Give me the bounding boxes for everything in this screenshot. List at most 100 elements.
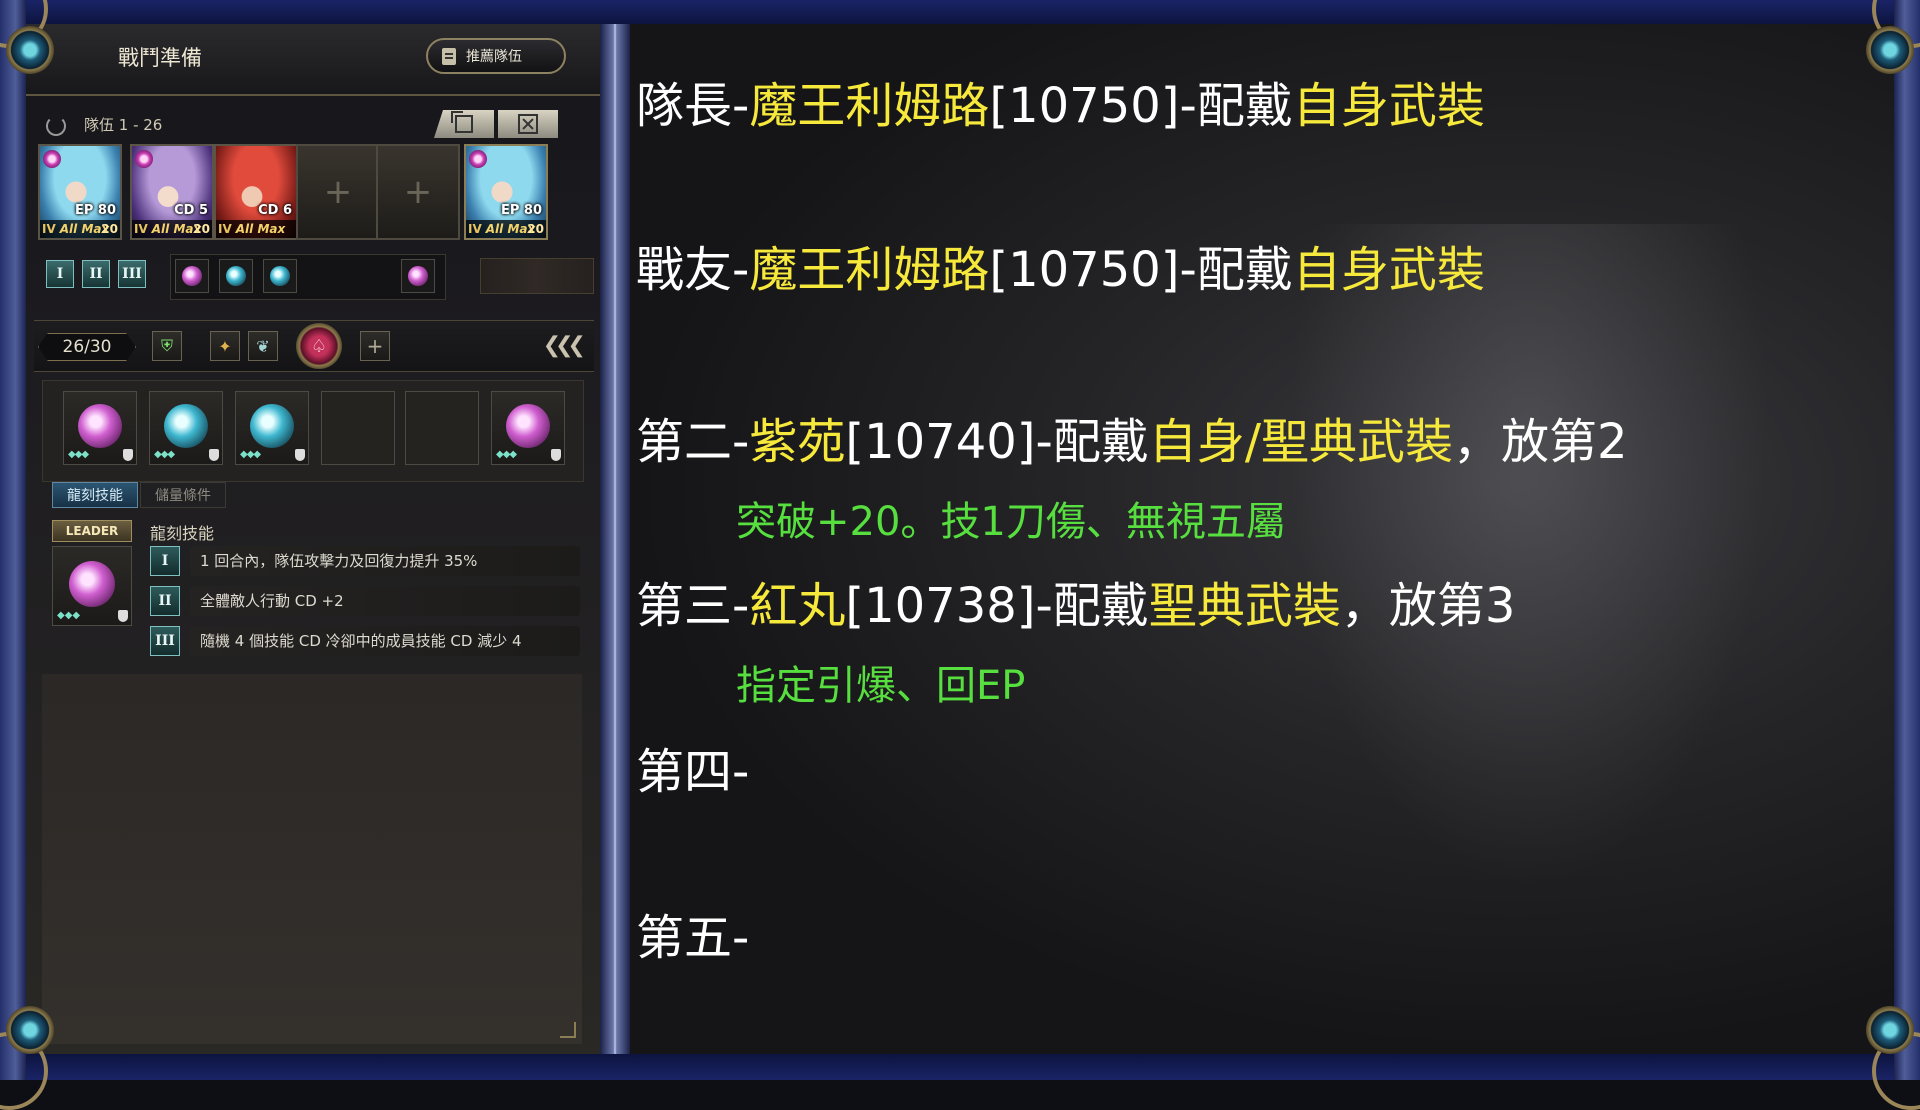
- frame-right: [1894, 0, 1920, 1080]
- note-text: ，放第2: [1453, 414, 1628, 470]
- tag-icon: [209, 449, 219, 461]
- note-highlight: 魔王利姆路: [749, 242, 990, 298]
- game-header: 戰鬥準備 推薦隊伍: [26, 24, 600, 96]
- gem-icon: [408, 266, 428, 286]
- tag-icon: [118, 610, 128, 622]
- note-third: 第三-紅丸[10738]-配戴聖典武裝，放第3: [636, 582, 1515, 630]
- gem-slot[interactable]: [175, 259, 209, 293]
- tag-icon: [295, 449, 305, 461]
- gem-icon: [182, 266, 202, 286]
- emblem-icon[interactable]: ♤: [296, 323, 342, 369]
- empty-member-slot[interactable]: +: [296, 144, 380, 240]
- copy-team-button[interactable]: [434, 110, 494, 138]
- tab-charge-condition[interactable]: 儲量條件: [140, 482, 226, 508]
- frame-left: [0, 0, 26, 1080]
- star-icon: [43, 150, 61, 168]
- note-text: [10750]-配戴: [989, 78, 1293, 134]
- pips-icon: ◆◆◆: [496, 449, 517, 460]
- member-status: IV All Max 20: [466, 220, 546, 238]
- tier-button-2[interactable]: II: [82, 260, 110, 288]
- leader-badge: LEADER: [52, 520, 132, 542]
- gem-icon: [69, 561, 115, 607]
- pips-icon: ◆◆◆: [154, 449, 175, 460]
- rank-label: IV: [218, 222, 232, 236]
- equipment-slot[interactable]: ◆◆◆: [63, 391, 137, 465]
- tab-dragon-skill[interactable]: 龍刻技能: [52, 482, 138, 508]
- note-text: 第二-: [636, 414, 750, 470]
- cd-value: EP 80: [74, 203, 116, 218]
- add-button[interactable]: +: [360, 331, 390, 361]
- gem-slot[interactable]: [219, 259, 253, 293]
- rank-label: IV: [134, 222, 148, 236]
- frame-bottom: [0, 1051, 1920, 1080]
- skill-number: II: [150, 586, 180, 616]
- tag-icon: [123, 449, 133, 461]
- level-label: 20: [101, 222, 118, 236]
- equipment-slot[interactable]: ◆◆◆: [149, 391, 223, 465]
- team-toolbar: 26/30 ⛨ ✦ ❦ ♤ + ❮❮❮: [34, 320, 594, 372]
- skill-text: 隨機 4 個技能 CD 冷卻中的成員技能 CD 減少 4: [190, 626, 580, 656]
- member-card[interactable]: EP 80 IV All Max 20: [38, 144, 122, 240]
- refresh-icon[interactable]: [46, 116, 66, 136]
- team-members: EP 80 IV All Max 20 CD 5 IV All Max 20 CD 6 IV All…: [38, 144, 588, 244]
- member-status: IV All Max 20: [40, 220, 120, 238]
- tag-icon: [551, 449, 561, 461]
- gem-slot[interactable]: [401, 259, 435, 293]
- tier-button-1[interactable]: I: [46, 260, 74, 288]
- notes-panel: 隊長-魔王利姆路[10750]-配戴自身武裝 戰友-魔王利姆路[10750]-配…: [630, 24, 1894, 1054]
- gem-icon: [250, 404, 294, 448]
- note-highlight: 魔王利姆路: [749, 78, 990, 134]
- note-highlight: 紅丸: [749, 578, 846, 634]
- game-screen: 戰鬥準備 推薦隊伍 隊伍 1 - 26 EP 80 IV All Max 20 CD 5…: [26, 24, 600, 1054]
- lower-panel: [42, 674, 582, 1044]
- gem-icon: [506, 404, 550, 448]
- skill-text: 1 回合內，隊伍攻擊力及回復力提升 35%: [190, 546, 580, 576]
- note-fifth: 第五-: [636, 914, 749, 962]
- member-status: IV All Max: [216, 220, 296, 238]
- note-text: [10740]-配戴: [845, 414, 1149, 470]
- leader-skill-block: LEADER 龍刻技能 ◆◆◆ I 1 回合內，隊伍攻擊力及回復力提升 35% …: [52, 520, 582, 660]
- skill-text: 全體敵人行動 CD +2: [190, 586, 580, 616]
- member-card[interactable]: CD 5 IV All Max 20: [130, 144, 214, 240]
- equipment-slot[interactable]: ◆◆◆: [491, 391, 565, 465]
- note-highlight: 聖典武裝: [1148, 578, 1341, 634]
- empty-member-slot[interactable]: +: [376, 144, 460, 240]
- note-text: [10750]-配戴: [989, 242, 1293, 298]
- frame-corner: [1810, 0, 1920, 110]
- leader-skill-1: I 1 回合內，隊伍攻擊力及回復力提升 35%: [150, 546, 580, 576]
- equipment-slots: ◆◆◆ ◆◆◆ ◆◆◆ ◆◆◆: [42, 380, 584, 482]
- note-highlight: 自身武裝: [1292, 242, 1485, 298]
- page-title: 戰鬥準備: [118, 46, 202, 70]
- gem-icon: [226, 266, 246, 286]
- shield-icon[interactable]: ⛨: [152, 331, 182, 361]
- team-bar: 隊伍 1 - 26: [36, 110, 586, 140]
- equipment-slot[interactable]: ◆◆◆: [235, 391, 309, 465]
- note-second: 第二-紫苑[10740]-配戴自身/聖典武裝，放第2: [636, 418, 1628, 466]
- empty-equipment-slot[interactable]: [405, 391, 479, 465]
- ally-card[interactable]: EP 80 IV All Max 20: [464, 144, 548, 240]
- note-text: 戰友-: [636, 242, 750, 298]
- feather-icon[interactable]: ❦: [248, 331, 278, 361]
- note-text: 隊長-: [636, 78, 750, 134]
- gem-tray: [170, 254, 446, 300]
- rank-label: IV: [42, 222, 56, 236]
- skill-number: III: [150, 626, 180, 656]
- plus-icon: +: [323, 172, 353, 212]
- skill-tier-row: I II III: [46, 254, 594, 300]
- empty-equipment-slot[interactable]: [321, 391, 395, 465]
- paw-icon[interactable]: ✦: [210, 331, 240, 361]
- star-icon: [135, 150, 153, 168]
- clear-team-button[interactable]: [498, 110, 558, 138]
- tier-button-3[interactable]: III: [118, 260, 146, 288]
- level-label: 20: [193, 222, 210, 236]
- close-icon: [518, 114, 538, 134]
- member-card[interactable]: CD 6 IV All Max: [214, 144, 298, 240]
- note-text: 第五-: [636, 910, 750, 966]
- frame-corner: [0, 0, 110, 110]
- pips-icon: ◆◆◆: [68, 449, 89, 460]
- gem-slot[interactable]: [263, 259, 297, 293]
- divider-bar: [600, 24, 630, 1054]
- collapse-icon[interactable]: ❮❮❮: [543, 333, 586, 358]
- team-count: 26/30: [38, 333, 136, 361]
- recommend-team-button[interactable]: 推薦隊伍: [426, 38, 566, 74]
